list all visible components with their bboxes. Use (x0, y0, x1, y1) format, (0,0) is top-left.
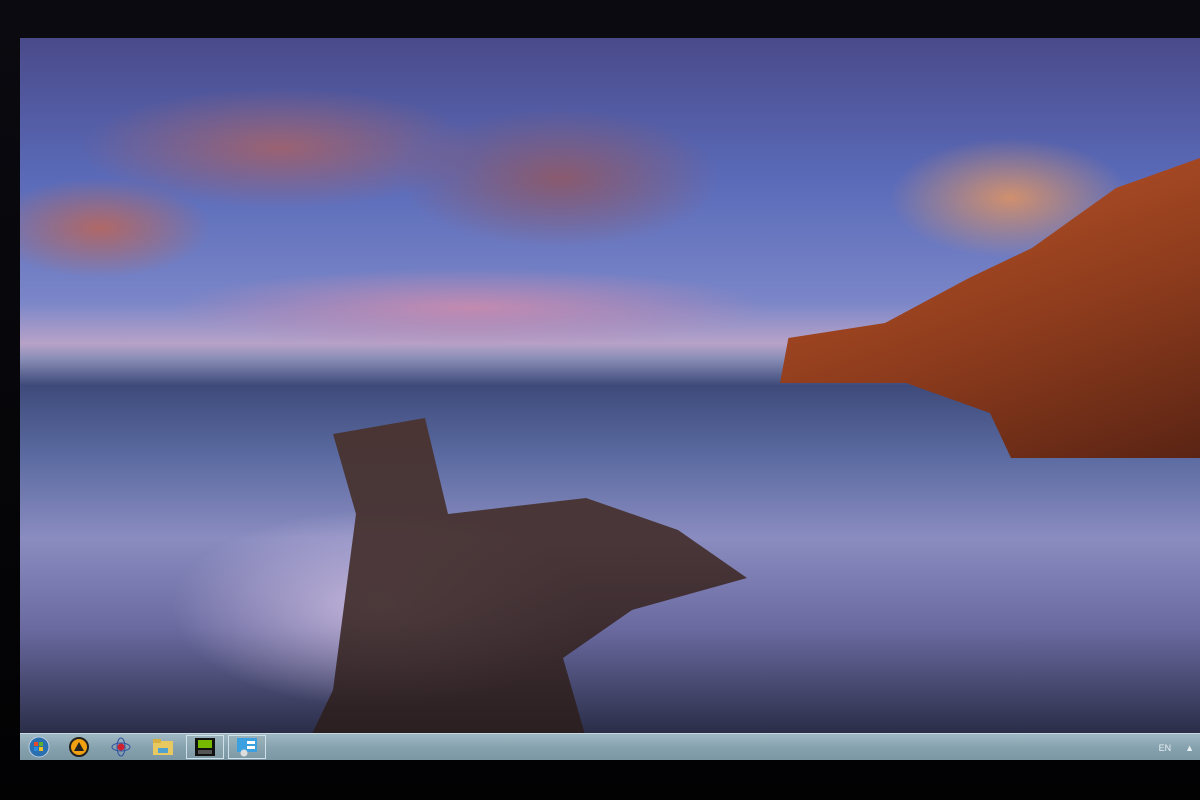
show-hidden-icons-button[interactable]: ▲ (1185, 743, 1194, 753)
media-player-taskbar-button[interactable] (102, 735, 140, 759)
media-player-classic-icon (111, 737, 131, 757)
system-tray: EN ▲ (1159, 734, 1194, 760)
nvidia-control-panel-icon (195, 738, 215, 756)
control-panel-taskbar-button[interactable] (228, 735, 266, 759)
taskbar: EN ▲ (20, 733, 1200, 760)
aimp-player-icon (69, 737, 89, 757)
desktop-screen: EN ▲ (20, 38, 1200, 760)
control-panel-icon (237, 738, 257, 757)
aimp-taskbar-button[interactable] (60, 735, 98, 759)
file-explorer-folder-icon (153, 739, 173, 755)
start-button[interactable] (20, 735, 58, 759)
language-indicator[interactable]: EN (1159, 743, 1172, 753)
nvidia-taskbar-button[interactable] (186, 735, 224, 759)
windows-start-orb-icon (28, 736, 50, 758)
explorer-taskbar-button[interactable] (144, 735, 182, 759)
